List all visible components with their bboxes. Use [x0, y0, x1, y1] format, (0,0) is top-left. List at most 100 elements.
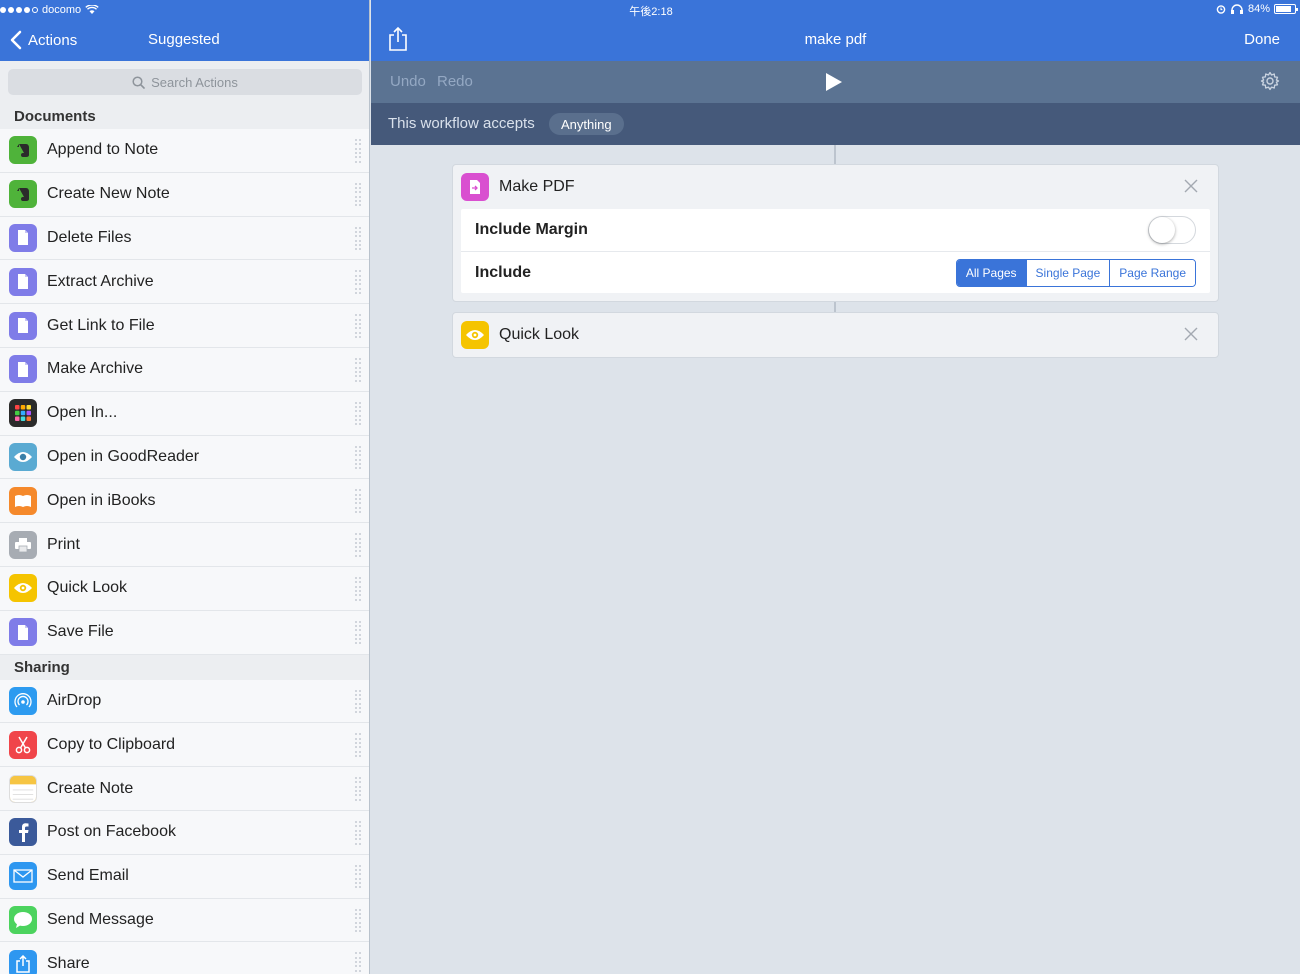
search-input[interactable]: Search Actions: [8, 69, 362, 95]
list-item[interactable]: Extract Archive: [0, 260, 369, 305]
search-icon: [132, 75, 145, 89]
back-actions-button[interactable]: Actions: [10, 28, 77, 52]
evernote-icon: [9, 136, 37, 165]
list-item[interactable]: AirDrop: [0, 679, 369, 724]
drag-handle-icon[interactable]: [355, 689, 361, 714]
carrier-label: docomo: [42, 4, 82, 16]
file-icon: [9, 618, 37, 647]
drag-handle-icon[interactable]: [355, 489, 361, 514]
status-time: 午後2:18: [629, 6, 673, 18]
headphones-icon: [1230, 4, 1243, 14]
list-item[interactable]: Send Email: [0, 854, 369, 899]
include-margin-label: Include Margin: [475, 221, 588, 238]
actions-sidebar: docomo Actions Suggested Search Actions …: [0, 0, 370, 974]
accepts-label: This workflow accepts: [388, 115, 535, 132]
drag-handle-icon[interactable]: [355, 445, 361, 470]
drag-handle-icon[interactable]: [355, 908, 361, 933]
workflow-canvas: Make PDF Include Margin Include All Page…: [371, 145, 1300, 974]
remove-action-button[interactable]: [1184, 327, 1198, 346]
eye-icon: [461, 321, 489, 349]
status-bar-right: 84%: [1216, 3, 1298, 15]
drag-handle-icon[interactable]: [355, 314, 361, 338]
include-label: Include: [475, 263, 532, 281]
file-icon: [9, 355, 37, 384]
segment-single-page[interactable]: Single Page: [1025, 260, 1110, 286]
share-icon: [9, 949, 37, 974]
list-item[interactable]: Get Link to File: [0, 304, 369, 348]
drag-handle-icon[interactable]: [355, 270, 361, 295]
mail-icon: [9, 862, 37, 891]
list-item-label: Open in GoodReader: [47, 447, 200, 465]
settings-button[interactable]: [1260, 71, 1280, 96]
list-item-label: Create New Note: [47, 185, 170, 203]
card-header: Quick Look: [453, 313, 1218, 357]
section-header: Documents: [0, 104, 369, 129]
list-item-label: Quick Look: [47, 579, 128, 597]
list-item[interactable]: Open In...: [0, 391, 369, 436]
printer-icon: [9, 530, 37, 559]
drag-handle-icon[interactable]: [355, 533, 361, 557]
back-label: Actions: [28, 31, 78, 49]
list-item-label: Open in iBooks: [47, 491, 156, 509]
drag-handle-icon[interactable]: [355, 401, 361, 426]
list-item[interactable]: Create Note: [0, 767, 369, 811]
remove-action-button[interactable]: [1184, 179, 1198, 198]
battery-percent: 84%: [1247, 3, 1270, 15]
close-icon: [1184, 327, 1198, 341]
list-item[interactable]: Print: [0, 523, 369, 567]
drag-handle-icon[interactable]: [355, 733, 361, 758]
done-button[interactable]: Done: [1244, 31, 1280, 48]
list-item-label: Copy to Clipboard: [47, 735, 176, 753]
evernote-icon: [9, 180, 37, 209]
list-item-label: Open In...: [47, 404, 118, 422]
redo-button[interactable]: Redo: [437, 73, 473, 90]
list-item[interactable]: Delete Files: [0, 216, 369, 261]
drag-handle-icon[interactable]: [355, 139, 361, 163]
list-item[interactable]: Copy to Clipboard: [0, 723, 369, 768]
apps-grid-icon: [9, 399, 37, 428]
list-item[interactable]: Make Archive: [0, 347, 369, 392]
undo-button[interactable]: Undo: [390, 73, 426, 90]
run-workflow-button[interactable]: [825, 72, 843, 97]
signal-strength-icon: [0, 7, 38, 13]
drag-handle-icon[interactable]: [355, 952, 361, 974]
scissors-icon: [9, 730, 37, 759]
chevron-left-icon: [10, 30, 22, 50]
list-item-label: Append to Note: [47, 141, 159, 159]
list-item[interactable]: Send Message: [0, 898, 369, 943]
include-segmented-control: All Pages Single Page Page Range: [955, 259, 1196, 287]
suggested-button[interactable]: Suggested: [148, 31, 220, 48]
drag-handle-icon[interactable]: [355, 820, 361, 845]
list-item[interactable]: Quick Look: [0, 566, 369, 611]
file-icon: [9, 267, 37, 296]
alarm-icon: [1216, 5, 1226, 14]
list-item-label: Post on Facebook: [47, 823, 176, 841]
list-item[interactable]: Open in GoodReader: [0, 435, 369, 480]
accepts-type-pill[interactable]: Anything: [549, 113, 624, 135]
message-icon: [9, 905, 37, 934]
segment-all-pages[interactable]: All Pages: [956, 260, 1026, 286]
quick-look-action-card[interactable]: Quick Look: [452, 312, 1219, 358]
drag-handle-icon[interactable]: [355, 777, 361, 801]
list-item-label: Create Note: [47, 779, 134, 797]
list-item[interactable]: Save File: [0, 610, 369, 655]
connector-line: [834, 302, 836, 312]
segment-page-range[interactable]: Page Range: [1109, 260, 1195, 286]
list-item[interactable]: Open in iBooks: [0, 479, 369, 524]
list-item[interactable]: Append to Note: [0, 129, 369, 173]
include-margin-toggle[interactable]: [1148, 216, 1196, 244]
list-item[interactable]: Post on Facebook: [0, 810, 369, 855]
drag-handle-icon[interactable]: [355, 864, 361, 889]
drag-handle-icon[interactable]: [355, 357, 361, 382]
drag-handle-icon[interactable]: [355, 576, 361, 601]
search-bar: Search Actions: [0, 61, 369, 104]
make-pdf-action-card[interactable]: Make PDF Include Margin Include All Page…: [452, 164, 1219, 302]
close-icon: [1184, 179, 1198, 193]
battery-icon: [1274, 4, 1298, 14]
list-item[interactable]: Share: [0, 942, 369, 974]
drag-handle-icon[interactable]: [355, 182, 361, 207]
drag-handle-icon[interactable]: [355, 226, 361, 251]
list-item[interactable]: Create New Note: [0, 172, 369, 217]
search-placeholder: Search Actions: [151, 74, 238, 90]
drag-handle-icon[interactable]: [355, 620, 361, 645]
